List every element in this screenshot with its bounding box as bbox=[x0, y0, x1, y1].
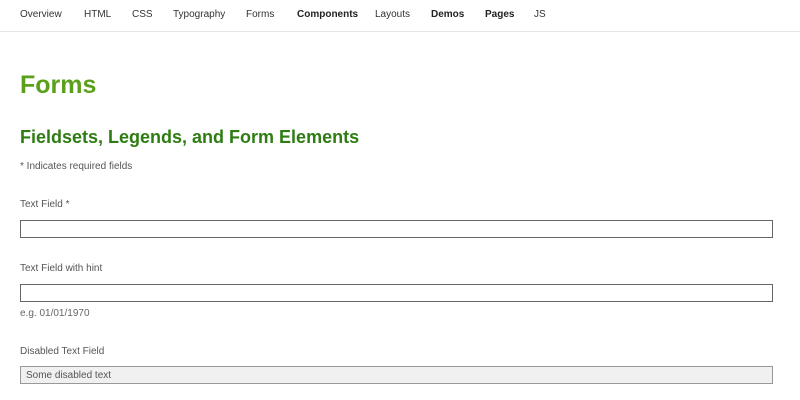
hint-field-hint: e.g. 01/01/1970 bbox=[20, 308, 90, 319]
nav-item-typography[interactable]: Typography bbox=[173, 9, 225, 21]
required-fields-note: * Indicates required fields bbox=[20, 161, 133, 172]
hint-field-label: Text Field with hint bbox=[20, 263, 103, 274]
hint-field-input[interactable] bbox=[20, 284, 773, 302]
section-title: Fieldsets, Legends, and Form Elements bbox=[20, 127, 360, 147]
text-field-label: Text Field * bbox=[20, 199, 70, 210]
nav-item-demos[interactable]: Demos bbox=[431, 9, 464, 21]
nav-item-forms[interactable]: Forms bbox=[246, 9, 274, 21]
nav-item-components[interactable]: Components bbox=[297, 9, 358, 21]
nav-item-overview[interactable]: Overview bbox=[20, 9, 62, 21]
disabled-field-label: Disabled Text Field bbox=[20, 346, 105, 357]
page-title: Forms bbox=[20, 71, 97, 99]
nav-item-js[interactable]: JS bbox=[534, 9, 546, 21]
disabled-field-input bbox=[20, 366, 773, 384]
text-field-input[interactable] bbox=[20, 220, 773, 238]
nav-item-layouts[interactable]: Layouts bbox=[375, 9, 410, 21]
nav-item-css[interactable]: CSS bbox=[132, 9, 153, 21]
nav-item-pages[interactable]: Pages bbox=[485, 9, 514, 21]
nav-item-html[interactable]: HTML bbox=[84, 9, 111, 21]
top-navigation: Overview HTML CSS Typography Forms Compo… bbox=[0, 0, 800, 32]
